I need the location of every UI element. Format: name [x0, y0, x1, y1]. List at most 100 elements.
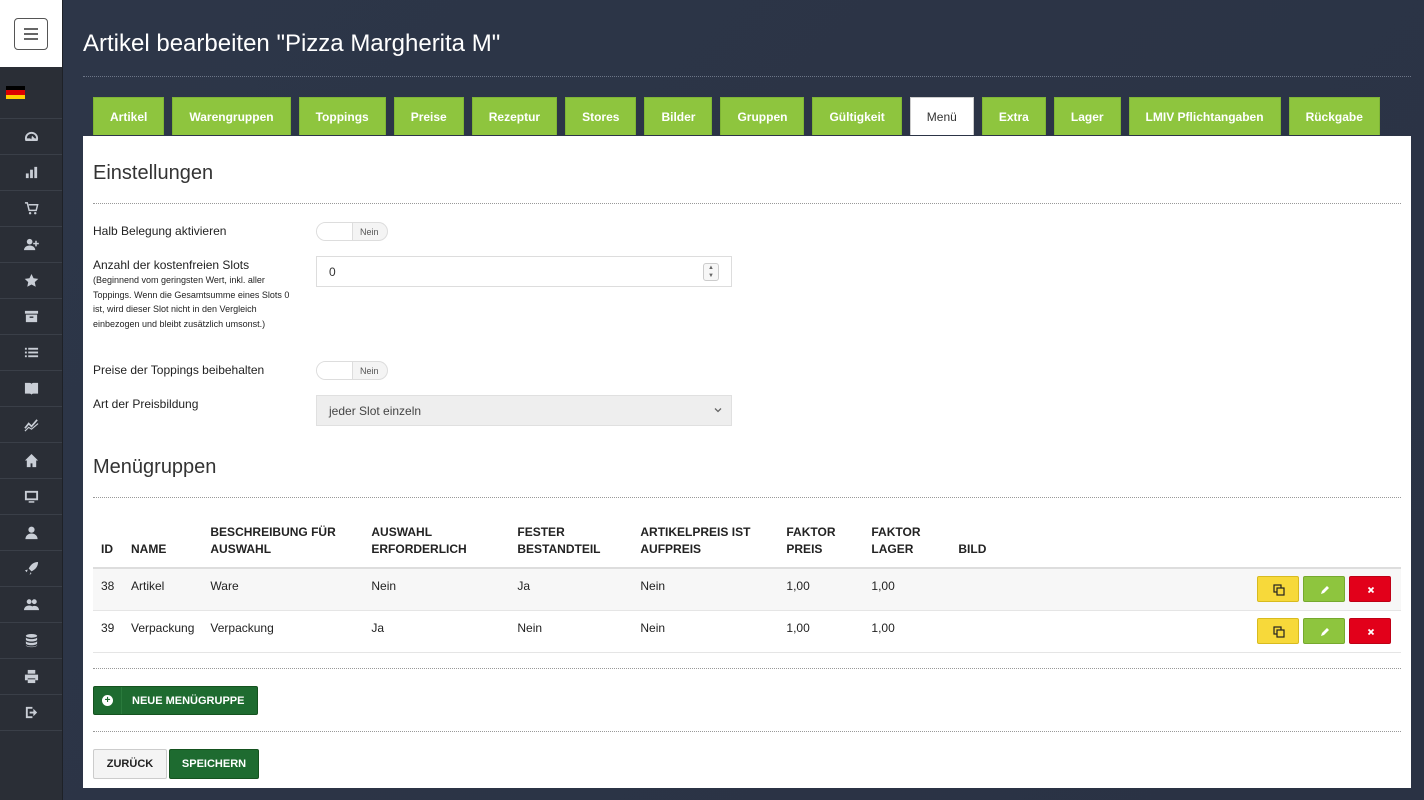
- sidebar-item-orders[interactable]: [0, 191, 62, 227]
- main-content: Artikel bearbeiten "Pizza Margherita M" …: [63, 0, 1424, 800]
- copy-button[interactable]: [1257, 576, 1299, 602]
- page-title: Artikel bearbeiten "Pizza Margherita M": [83, 30, 501, 57]
- tab-lmiv[interactable]: LMIV Pflichtangaben: [1128, 97, 1281, 135]
- tab-extra[interactable]: Extra: [981, 97, 1046, 135]
- number-stepper[interactable]: ▲ ▼: [703, 263, 719, 281]
- hamburger-menu-icon[interactable]: [14, 17, 48, 50]
- trend-line-icon: [23, 419, 38, 432]
- tab-rezeptur[interactable]: Rezeptur: [471, 97, 558, 135]
- cell-surcharge: Nein: [632, 610, 779, 653]
- cell-factor-price: 1,00: [778, 568, 864, 611]
- cell-fixed: Nein: [509, 610, 633, 653]
- column-header-fixed[interactable]: FESTER BESTANDTEIL: [509, 520, 633, 569]
- column-header-image[interactable]: BILD: [950, 520, 1151, 569]
- half-topping-label: Halb Belegung aktivieren: [93, 224, 227, 238]
- cell-surcharge: Nein: [632, 568, 779, 611]
- delete-button[interactable]: [1349, 576, 1391, 602]
- pencil-icon: [1321, 586, 1329, 594]
- bar-chart-icon: [25, 166, 37, 179]
- tab-toppings[interactable]: Toppings: [298, 97, 386, 135]
- user-icon: [24, 526, 38, 540]
- table-row: 39 Verpackung Verpackung Ja Nein Nein 1,…: [93, 610, 1401, 653]
- save-button[interactable]: SPEICHERN: [169, 749, 259, 779]
- column-header-description[interactable]: BESCHREIBUNG FÜR AUSWAHL: [202, 520, 364, 569]
- german-flag-icon[interactable]: [6, 86, 25, 99]
- sidebar-item-print[interactable]: [0, 659, 62, 695]
- sidebar-item-statistics[interactable]: [0, 155, 62, 191]
- sidebar-item-catalog[interactable]: [0, 371, 62, 407]
- tab-artikel[interactable]: Artikel: [93, 97, 165, 135]
- cell-fixed: Ja: [509, 568, 633, 611]
- sidebar-item-favorites[interactable]: [0, 263, 62, 299]
- tab-gruppen[interactable]: Gruppen: [720, 97, 805, 135]
- sidebar-item-employees[interactable]: [0, 587, 62, 623]
- new-menu-group-label: NEUE MENÜGRUPPE: [132, 694, 245, 707]
- column-header-required[interactable]: AUSWAHL ERFORDERLICH: [363, 520, 510, 569]
- settings-divider: [93, 203, 1401, 204]
- pricing-type-select[interactable]: jeder Slot einzeln: [316, 395, 732, 426]
- pricing-type-value: jeder Slot einzeln: [329, 403, 422, 418]
- sidebar-item-list[interactable]: [0, 335, 62, 371]
- tab-stores[interactable]: Stores: [565, 97, 637, 135]
- tab-bilder[interactable]: Bilder: [644, 97, 713, 135]
- sidebar-item-database[interactable]: [0, 623, 62, 659]
- language-selector[interactable]: [0, 67, 62, 119]
- cell-factor-stock: 1,00: [863, 610, 951, 653]
- column-header-factor-stock[interactable]: FAKTOR LAGER: [863, 520, 951, 569]
- toggle-knob: [317, 223, 353, 240]
- free-slots-help: (Beginnend vom geringsten Wert, inkl. al…: [93, 275, 290, 329]
- column-header-actions: [1150, 520, 1401, 569]
- cell-required: Nein: [363, 568, 510, 611]
- keep-prices-toggle[interactable]: Nein: [316, 361, 388, 380]
- users-icon: [23, 599, 39, 611]
- sidebar-item-marketing[interactable]: [0, 551, 62, 587]
- monitor-icon: [24, 490, 38, 503]
- menu-groups-title: Menügruppen: [93, 456, 217, 478]
- keep-prices-label: Preise der Toppings beibehalten: [93, 363, 265, 377]
- half-topping-toggle[interactable]: Nein: [316, 222, 388, 241]
- sidebar-nav: [0, 119, 62, 731]
- tab-menue[interactable]: Menü: [909, 97, 974, 135]
- free-slots-input[interactable]: 0 ▲ ▼: [316, 256, 732, 287]
- stepper-up-icon[interactable]: ▲: [708, 265, 714, 271]
- column-header-surcharge[interactable]: ARTIKELPREIS IST AUFPREIS: [632, 520, 779, 569]
- tab-lager[interactable]: Lager: [1053, 97, 1121, 135]
- column-header-factor-price[interactable]: FAKTOR PREIS: [778, 520, 864, 569]
- sidebar-item-add-customer[interactable]: [0, 227, 62, 263]
- sidebar-item-user[interactable]: [0, 515, 62, 551]
- copy-button[interactable]: [1257, 617, 1299, 644]
- sidebar-item-archive[interactable]: [0, 299, 62, 335]
- chevron-down-icon: [714, 408, 722, 413]
- edit-button[interactable]: [1303, 576, 1345, 602]
- stepper-down-icon[interactable]: ▼: [708, 273, 714, 279]
- sidebar-item-home[interactable]: [0, 443, 62, 479]
- sidebar-item-analytics[interactable]: [0, 407, 62, 443]
- shopping-cart-icon: [24, 202, 39, 215]
- tab-gueltigkeit[interactable]: Gültigkeit: [812, 97, 902, 135]
- table-row: 38 Artikel Ware Nein Ja Nein 1,00 1,00: [93, 568, 1401, 611]
- tab-rueckgabe[interactable]: Rückgabe: [1288, 97, 1380, 135]
- new-menu-group-button[interactable]: + NEUE MENÜGRUPPE: [93, 686, 258, 715]
- tab-panel-menu: Einstellungen Halb Belegung aktivieren N…: [83, 136, 1411, 788]
- tab-preise[interactable]: Preise: [393, 97, 464, 135]
- tab-warengruppen[interactable]: Warengruppen: [172, 97, 291, 135]
- pricing-type-label: Art der Preisbildung: [93, 397, 199, 411]
- toggle-knob: [317, 362, 353, 379]
- printer-icon: [24, 669, 38, 684]
- book-icon: [24, 382, 38, 396]
- dashboard-gauge-icon: [24, 131, 38, 141]
- half-topping-value: Nein: [360, 226, 379, 237]
- edit-button[interactable]: [1303, 617, 1345, 644]
- column-header-name[interactable]: NAME: [123, 520, 203, 569]
- footer-divider: [93, 731, 1401, 732]
- sidebar-item-terminal[interactable]: [0, 479, 62, 515]
- back-button[interactable]: ZURÜCK: [93, 749, 167, 779]
- sidebar-item-logout[interactable]: [0, 695, 62, 731]
- column-header-id[interactable]: ID: [93, 520, 123, 569]
- title-divider: [83, 76, 1411, 77]
- copy-icon: [1273, 584, 1285, 596]
- sidebar-item-dashboard[interactable]: [0, 119, 62, 155]
- delete-button[interactable]: [1349, 617, 1391, 644]
- archive-box-icon: [24, 310, 38, 323]
- rocket-icon: [24, 561, 38, 576]
